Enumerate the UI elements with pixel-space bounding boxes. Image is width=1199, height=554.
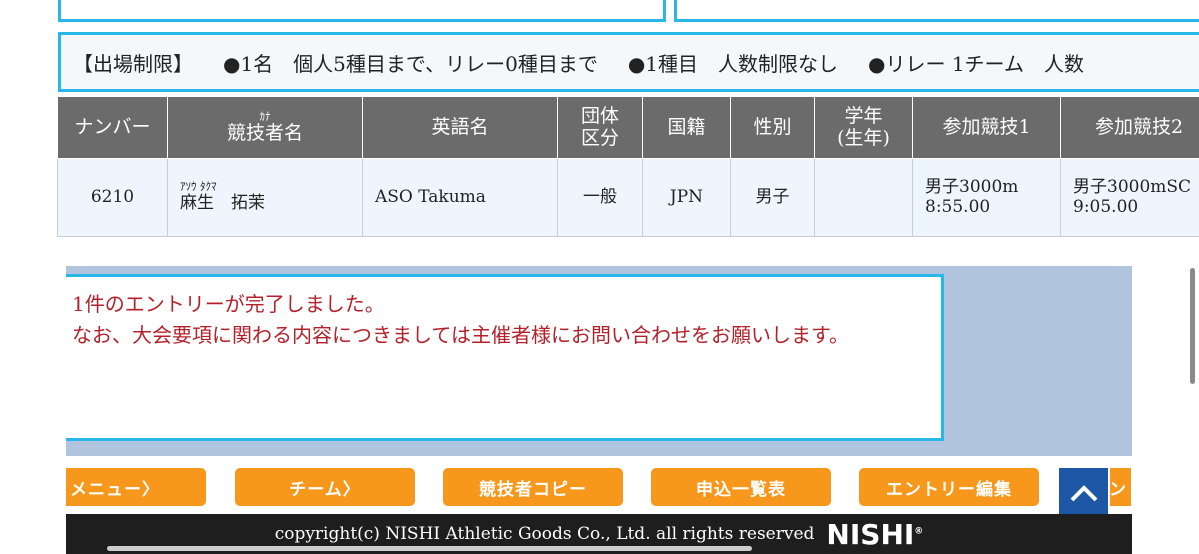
nishi-logo: NISHI® — [826, 518, 923, 551]
scrollbar-thumb[interactable] — [1190, 268, 1195, 384]
header-nationality: 国籍 — [642, 96, 731, 159]
athlete-copy-button[interactable]: 競技者コピー — [443, 468, 623, 506]
completion-message: 1件のエントリーが完了しました。 — [72, 292, 385, 316]
header-number: ナンバー — [57, 96, 168, 159]
contact-notice: なお、大会要項に関わる内容につきましては主催者様にお問い合わせをお願いします。 — [72, 323, 849, 347]
cell-english-name: ASO Takuma — [362, 158, 558, 237]
cell-event2-time: 9:05.00 — [1073, 196, 1139, 217]
cell-event2: 男子3000mSC 9:05.00 — [1060, 158, 1199, 237]
cell-name-text: 麻生 拓茉 — [180, 193, 265, 214]
restriction-label: 【出場制限】 — [73, 51, 193, 76]
restriction-per-person: ●1名 個人5種目まで、リレー0種目まで — [223, 51, 598, 76]
header-event1: 参加競技1 — [912, 96, 1061, 159]
completion-message-box: 1件のエントリーが完了しました。 なお、大会要項に関わる内容につきましては主催者… — [66, 274, 944, 441]
cell-event2-name: 男子3000mSC — [1073, 176, 1192, 197]
header-grade: 学年(生年) — [814, 96, 913, 159]
entry-edit-button[interactable]: エントリー編集 — [859, 468, 1039, 506]
copyright-text: copyright(c) NISHI Athletic Goods Co., L… — [274, 524, 815, 544]
chevron-up-icon — [1070, 484, 1097, 501]
top-panel-right — [674, 0, 1199, 22]
cell-category: 一般 — [557, 158, 643, 237]
header-grade-label: 学年(生年) — [837, 104, 890, 149]
restriction-per-event: ●1種目 人数制限なし — [627, 51, 839, 76]
application-list-button[interactable]: 申込一覧表 — [651, 468, 831, 506]
cell-nationality: JPN — [642, 158, 731, 237]
header-category-label: 団体区分 — [580, 104, 619, 149]
home-indicator — [107, 546, 752, 551]
header-event2: 参加競技2 — [1060, 96, 1199, 159]
header-category: 団体区分 — [557, 96, 643, 159]
menu-button[interactable]: メニュー〉 — [66, 468, 206, 506]
cell-name: ｱｿｳ ﾀｸﾏ 麻生 拓茉 — [167, 158, 363, 237]
cell-event1-name: 男子3000m — [925, 176, 1019, 197]
entry-restriction-bar: 【出場制限】 ●1名 個人5種目まで、リレー0種目まで ●1種目 人数制限なし … — [58, 32, 1199, 92]
cell-gender: 男子 — [730, 158, 815, 237]
header-name: ｶﾅ 競技者名 — [167, 96, 363, 159]
scroll-to-top-button[interactable] — [1057, 466, 1110, 519]
cell-number: 6210 — [57, 158, 168, 237]
header-gender: 性別 — [730, 96, 815, 159]
top-panel-left — [58, 0, 666, 22]
logo-text: NISHI — [826, 517, 915, 551]
table-header-row: ナンバー ｶﾅ 競技者名 英語名 団体区分 国籍 性別 学年(生年) 参加競技1… — [57, 96, 1199, 159]
restriction-relay: ●リレー 1チーム 人数 — [868, 51, 1084, 76]
team-button[interactable]: チーム〉 — [235, 468, 415, 506]
cell-event1-time: 8:55.00 — [925, 196, 991, 217]
cell-grade — [814, 158, 913, 237]
header-name-label: 競技者名 — [226, 121, 303, 144]
table-row: 6210 ｱｿｳ ﾀｸﾏ 麻生 拓茉 ASO Takuma 一般 JPN 男子 … — [57, 158, 1199, 237]
registered-mark: ® — [914, 526, 924, 537]
header-english-name: 英語名 — [362, 96, 558, 159]
entry-table: ナンバー ｶﾅ 競技者名 英語名 団体区分 国籍 性別 学年(生年) 参加競技1… — [57, 96, 1199, 237]
cell-event1: 男子3000m 8:55.00 — [912, 158, 1061, 237]
